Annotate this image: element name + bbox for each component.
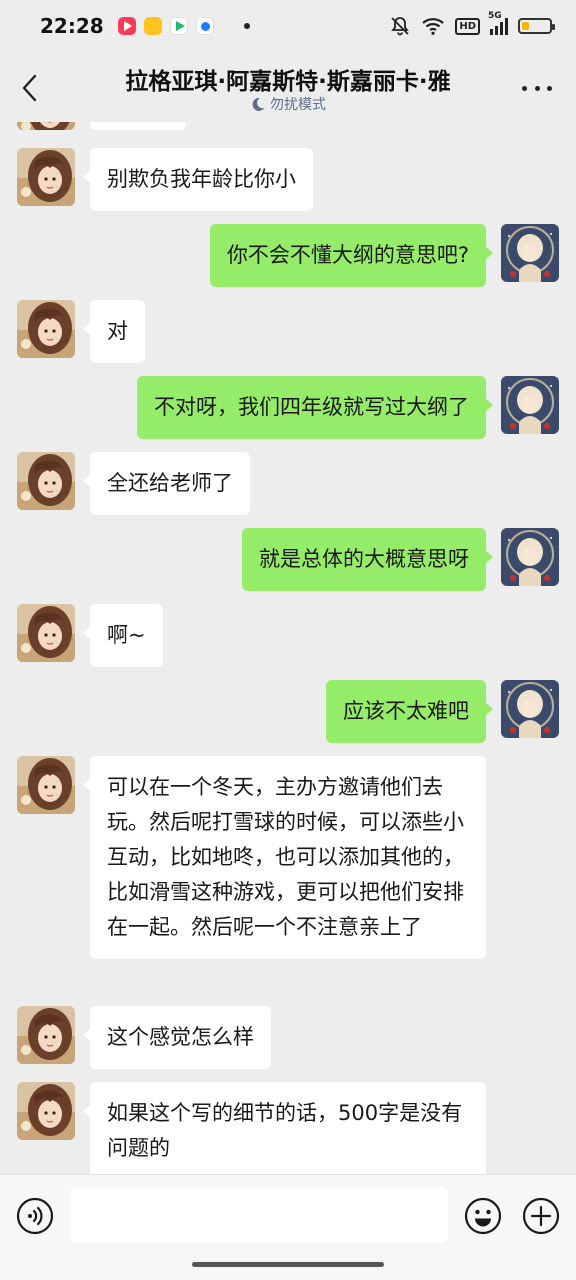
contact-avatar[interactable]: [17, 300, 75, 358]
self-avatar[interactable]: [501, 376, 559, 434]
chat-title: 拉格亚琪·阿嘉斯特·斯嘉丽卡·雅: [125, 69, 451, 95]
notification-icons: [117, 17, 250, 35]
wifi-icon: [422, 18, 445, 35]
emoji-icon: [464, 1197, 502, 1235]
message-bubble[interactable]: 这个感觉怎么样: [83, 1006, 271, 1069]
contact-avatar[interactable]: [17, 604, 75, 662]
self-avatar[interactable]: [501, 528, 559, 586]
play-store-icon: [169, 17, 188, 35]
more-options-button[interactable]: [522, 74, 552, 102]
message-input[interactable]: [70, 1187, 448, 1243]
plus-icon: [522, 1197, 560, 1235]
network-type: 5G: [488, 11, 502, 21]
contact-avatar[interactable]: [17, 756, 75, 814]
emoji-button[interactable]: [464, 1197, 502, 1235]
message-bubble[interactable]: 你不会不懂大纲的意思吧?: [209, 224, 494, 287]
self-avatar[interactable]: [501, 224, 559, 282]
dnd-label: 勿扰模式: [270, 97, 326, 113]
message-bubble[interactable]: 啊~: [83, 604, 163, 667]
status-bar: 22:28 HD 5G: [0, 0, 576, 52]
battery-icon: [518, 18, 555, 34]
battery-level: [522, 22, 529, 30]
avatar[interactable]: [17, 122, 75, 130]
status-time: 22:28: [40, 14, 104, 38]
chat-header: 拉格亚琪·阿嘉斯特·斯嘉丽卡·雅 勿扰模式: [0, 52, 576, 122]
browser-app-icon: [195, 17, 214, 35]
message-bubble[interactable]: 如果这个写的细节的话，500字是没有问题的: [83, 1082, 486, 1174]
voice-icon: [16, 1197, 54, 1235]
yellow-app-icon: [143, 17, 162, 35]
message-bubble[interactable]: 可以在一个冬天，主办方邀请他们去玩。然后呢打雪球的时候，可以添些小互动，比如地咚…: [83, 756, 486, 959]
message-bubble[interactable]: 全还给老师了: [83, 452, 250, 515]
message-bubble[interactable]: 别欺负我年龄比你小: [83, 148, 313, 211]
self-avatar[interactable]: [501, 680, 559, 738]
video-app-icon: [117, 17, 136, 35]
more-functions-button[interactable]: [522, 1197, 560, 1235]
home-indicator[interactable]: [192, 1262, 384, 1267]
message-bubble[interactable]: 不对呀，我们四年级就写过大纲了: [137, 376, 493, 439]
signal-icon: 5G: [488, 11, 508, 35]
dnd-status: 勿扰模式: [0, 94, 576, 114]
mute-bell-icon: [391, 17, 410, 36]
more-icon: [522, 85, 527, 91]
hd-badge: HD: [455, 17, 480, 35]
message-bubble[interactable]: 就是总体的大概意思呀: [242, 528, 493, 591]
message-bubble[interactable]: 应该不太难吧: [326, 680, 493, 743]
voice-button[interactable]: [16, 1197, 54, 1235]
status-right: HD 5G: [389, 11, 555, 37]
message-bubble[interactable]: [90, 122, 186, 130]
message-bubble[interactable]: 对: [83, 300, 145, 363]
moon-icon: [252, 97, 265, 111]
contact-avatar[interactable]: [17, 1006, 75, 1064]
contact-avatar[interactable]: [17, 452, 75, 510]
message-list[interactable]: 别欺负我年龄比你小你不会不懂大纲的意思吧? 对不对呀，我们四年级就写过大纲了全还给…: [0, 122, 576, 1174]
contact-avatar[interactable]: [17, 1082, 75, 1140]
contact-avatar[interactable]: [17, 148, 75, 206]
more-notifications-dot-icon: [243, 23, 250, 29]
